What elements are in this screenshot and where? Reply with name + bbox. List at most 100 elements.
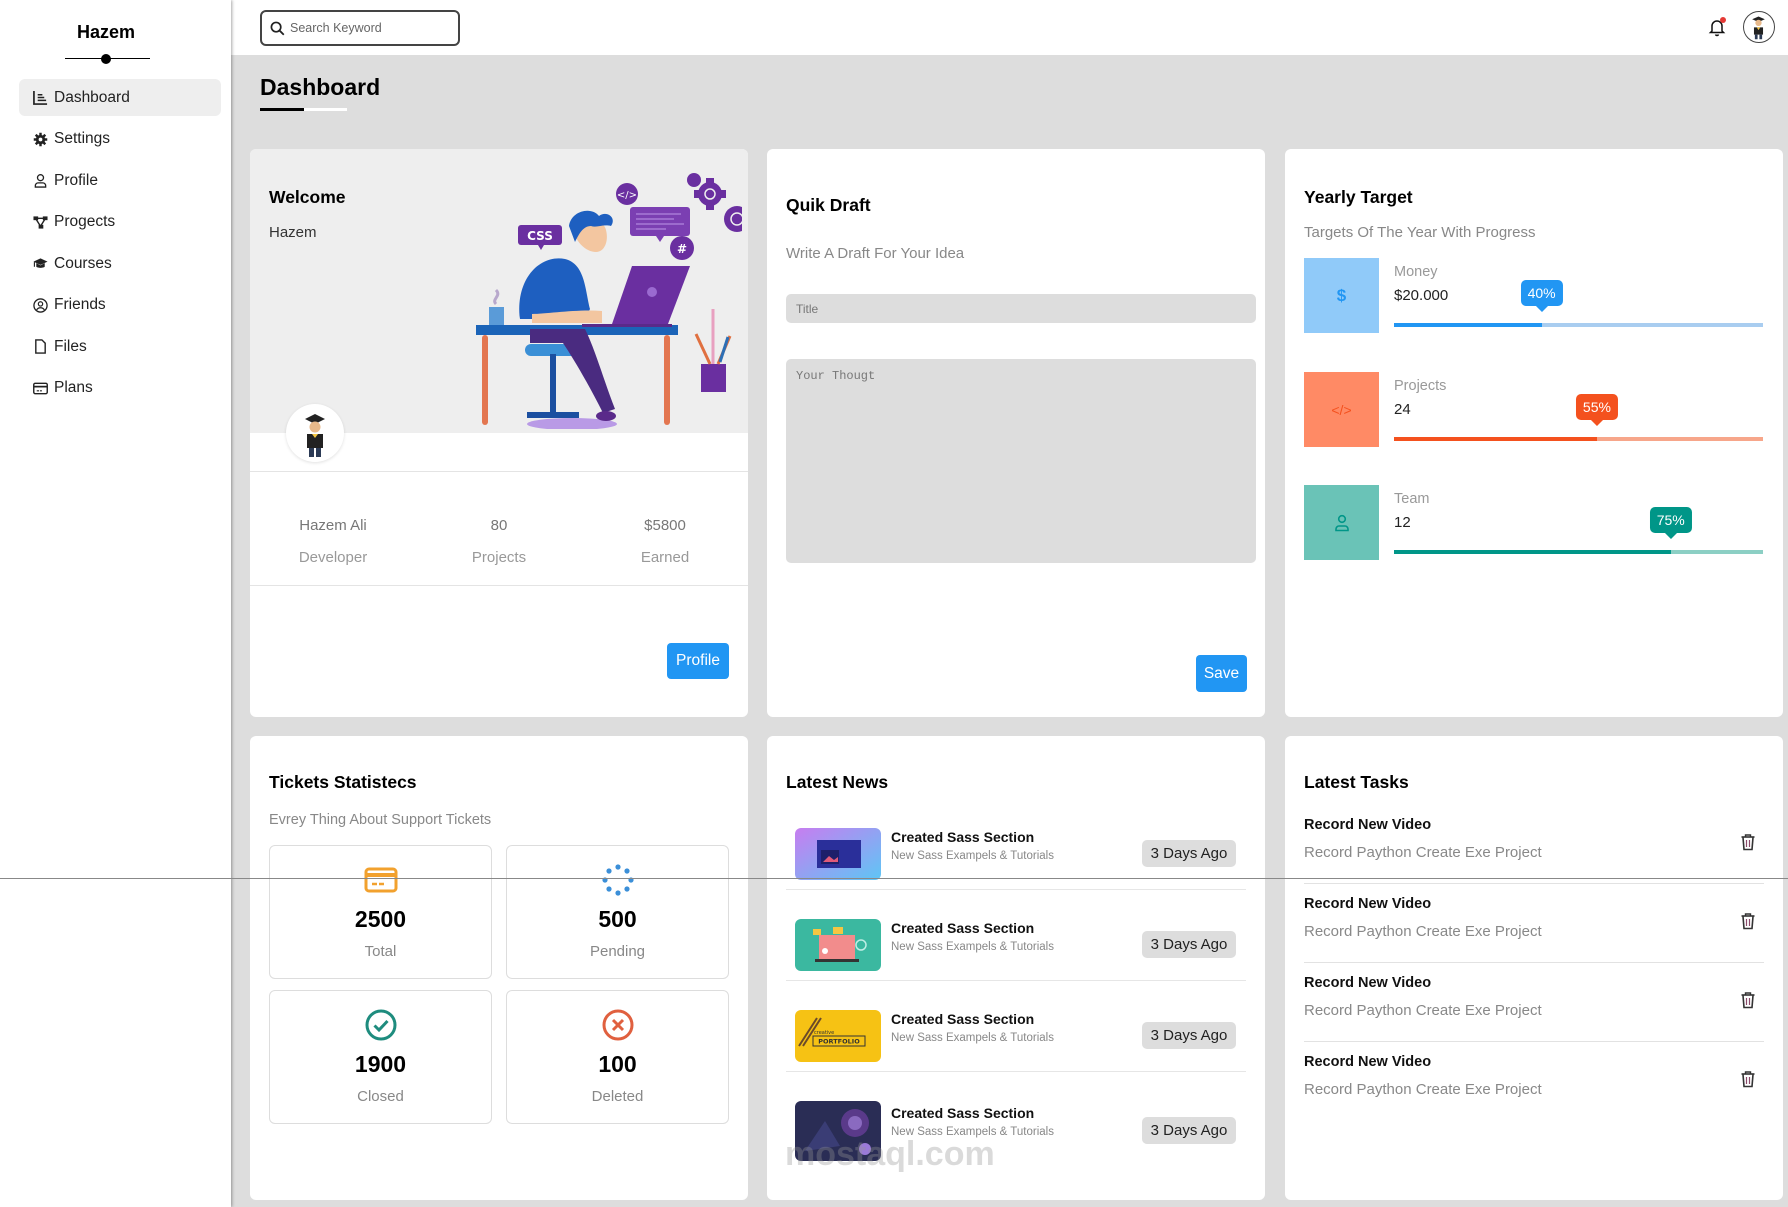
- task-title: Record New Video: [1304, 817, 1432, 833]
- sidebar-item-projects[interactable]: Progects: [19, 204, 221, 241]
- diagram-icon: [32, 214, 48, 230]
- developer-illustration: </> CSS #: [476, 173, 742, 429]
- spinner-icon: [601, 864, 634, 896]
- save-button[interactable]: Save: [1196, 655, 1247, 692]
- trash-icon[interactable]: [1740, 1070, 1756, 1088]
- news-time-badge: 3 Days Ago: [1142, 931, 1236, 958]
- trash-icon[interactable]: [1740, 912, 1756, 930]
- trash-icon[interactable]: [1740, 833, 1756, 851]
- news-item-title: Created Sass Section: [891, 1011, 1035, 1027]
- task-item: Record New Video Record Paython Create Ex…: [1304, 817, 1764, 896]
- target-money: $ Money $20.000 40%: [1304, 258, 1764, 334]
- sidebar-item-dashboard[interactable]: Dashboard: [19, 79, 221, 116]
- target-value: 12: [1394, 514, 1411, 531]
- fantasy-art-thumbnail: [795, 1101, 881, 1161]
- x-circle-icon: [602, 1009, 633, 1041]
- notification-button[interactable]: [1708, 17, 1726, 37]
- news-item-desc: New Sass Exampels & Tutorials: [891, 850, 1054, 862]
- task-title: Record New Video: [1304, 975, 1432, 991]
- notification-dot: [1720, 17, 1726, 23]
- divider: [1304, 1041, 1764, 1042]
- draft-thought-textarea[interactable]: [786, 359, 1256, 563]
- ticket-value: 1900: [354, 1051, 407, 1077]
- ticket-pending: 500 Pending: [506, 845, 729, 979]
- welcome-title: Welcome: [269, 187, 346, 207]
- ticket-value: 2500: [354, 906, 407, 932]
- ticket-deleted: 100 Deleted: [506, 990, 729, 1124]
- divider: [250, 471, 748, 472]
- target-progress-fill: [1394, 550, 1671, 554]
- task-desc: Record Paython Create Exe Project: [1304, 923, 1542, 940]
- task-desc: Record Paython Create Exe Project: [1304, 844, 1542, 861]
- stat-value: $5800: [644, 517, 686, 534]
- ticket-closed: 1900 Closed: [269, 990, 492, 1124]
- news-item[interactable]: creative PORTFOLIO Created Sass Section N…: [786, 1004, 1246, 1094]
- brand-name: Hazem: [76, 22, 136, 42]
- user-icon: [1304, 485, 1379, 560]
- targets-subtitle: Targets Of The Year With Progress: [1304, 224, 1536, 241]
- news-time-badge: 3 Days Ago: [1142, 1117, 1236, 1144]
- ticket-value: 100: [598, 1051, 637, 1077]
- profile-avatar[interactable]: [286, 404, 344, 462]
- news-item[interactable]: Created Sass Section New Sass Exampels &…: [786, 913, 1246, 1003]
- sidebar-item-courses[interactable]: Courses: [19, 245, 221, 282]
- sidebar-item-files[interactable]: Files: [19, 328, 221, 365]
- divider: [1304, 883, 1764, 884]
- code-icon: </>: [1304, 372, 1379, 447]
- profile-button[interactable]: Profile: [667, 643, 729, 679]
- stat-label: Earned: [640, 549, 690, 566]
- credit-card-icon: [364, 867, 397, 893]
- sidebar-nav: Dashboard Settings Profile Progects Cour…: [19, 79, 221, 411]
- credit-card-icon: [32, 380, 48, 396]
- draft-title-input[interactable]: [786, 294, 1256, 323]
- ticket-value: 500: [598, 906, 637, 932]
- sidebar-item-label: Plans: [54, 379, 93, 396]
- sidebar-item-label: Friends: [54, 296, 106, 313]
- title-underline-accent: [304, 108, 347, 111]
- news-item[interactable]: Created Sass Section New Sass Exampels &…: [786, 1095, 1246, 1185]
- task-item: Record New Video Record Paython Create Ex…: [1304, 1054, 1764, 1133]
- ticket-label: Total: [364, 943, 397, 960]
- task-title: Record New Video: [1304, 1054, 1432, 1070]
- graduate-avatar-icon: [305, 414, 325, 457]
- news-item-title: Created Sass Section: [891, 920, 1035, 936]
- ticket-label: Closed: [357, 1088, 404, 1105]
- sidebar-item-settings[interactable]: Settings: [19, 121, 221, 158]
- tickets-subtitle: Evrey Thing About Support Tickets: [269, 812, 492, 828]
- divider: [786, 889, 1246, 890]
- sidebar-item-friends[interactable]: Friends: [19, 287, 221, 324]
- portfolio-thumbnail: creative PORTFOLIO: [795, 1010, 881, 1062]
- tickets-title: Tickets Statistecs: [269, 772, 417, 792]
- user-avatar[interactable]: [1743, 11, 1775, 43]
- target-progress-track: [1394, 550, 1763, 554]
- target-label: Team: [1394, 491, 1430, 507]
- sidebar-item-label: Files: [54, 337, 87, 355]
- svg-text:CSS: CSS: [527, 229, 553, 243]
- sidebar-item-profile[interactable]: Profile: [19, 162, 221, 199]
- target-percent-badge: 55%: [1575, 394, 1618, 426]
- divider: [250, 585, 748, 586]
- stat-value: 80: [490, 517, 508, 534]
- gear-icon: [32, 131, 48, 147]
- welcome-user-name: Hazem: [269, 224, 317, 241]
- task-title: Record New Video: [1304, 896, 1432, 912]
- search-input[interactable]: [290, 21, 450, 35]
- task-item: Record New Video Record Paython Create Ex…: [1304, 975, 1764, 1054]
- news-item[interactable]: Created Sass Section New Sass Exampels &…: [786, 822, 1246, 912]
- trash-icon[interactable]: [1740, 991, 1756, 1009]
- title-underline: [260, 108, 304, 111]
- target-progress-fill: [1394, 437, 1597, 441]
- latest-news-card: Latest News Created Sass Section New Sas…: [767, 736, 1265, 1200]
- graduation-cap-icon: [32, 256, 48, 272]
- stat-label: Projects: [471, 549, 527, 566]
- brand-divider-dot: [101, 54, 111, 64]
- news-title: Latest News: [786, 772, 889, 792]
- search-box[interactable]: [260, 10, 460, 46]
- news-time-badge: 3 Days Ago: [1142, 840, 1236, 867]
- draft-title: Quik Draft: [786, 195, 871, 215]
- thumbnail-caption: creative: [814, 1030, 834, 1036]
- web-design-thumbnail: [795, 828, 881, 880]
- sidebar-item-plans[interactable]: Plans: [19, 370, 221, 407]
- tickets-card: Tickets Statistecs Evrey Thing About Sup…: [250, 736, 748, 1200]
- news-item-desc: New Sass Exampels & Tutorials: [891, 1126, 1054, 1138]
